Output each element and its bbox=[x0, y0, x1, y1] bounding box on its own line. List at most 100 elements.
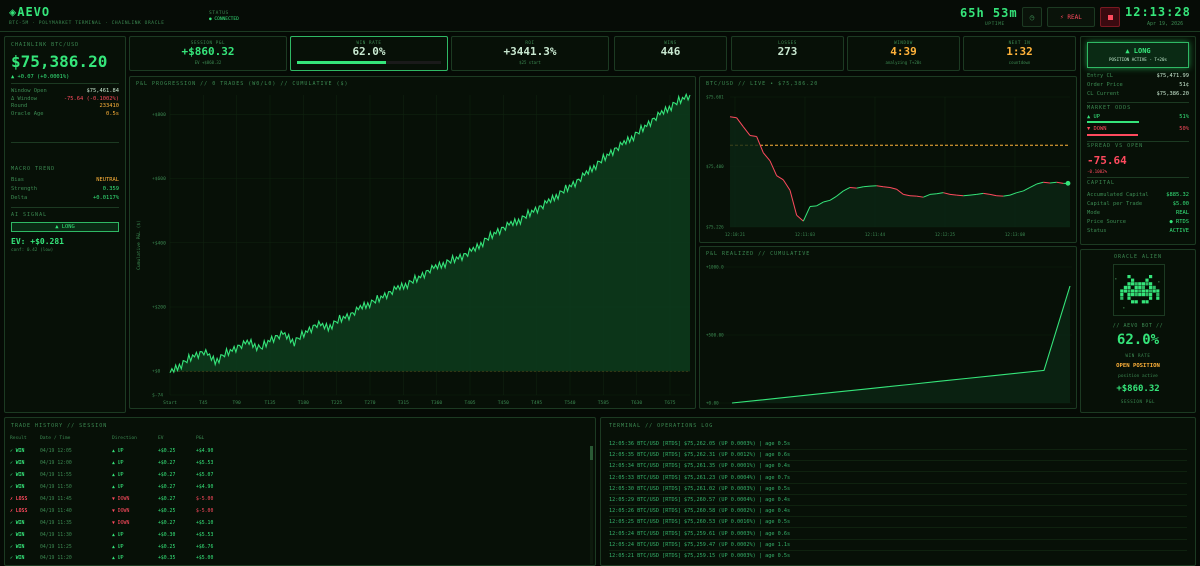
odds-up-label: ▲ UP bbox=[1087, 114, 1100, 120]
alien-pixel bbox=[1131, 282, 1135, 286]
x-tick-label: T360 bbox=[431, 400, 442, 406]
alien-pixel bbox=[1152, 289, 1156, 293]
scrollbar[interactable] bbox=[590, 446, 593, 564]
log-divider bbox=[609, 471, 1187, 473]
row-key: Oracle Age bbox=[11, 110, 44, 117]
ai-signal-title: AI SIGNAL bbox=[11, 212, 48, 218]
x-tick-label: T405 bbox=[464, 400, 475, 406]
log-divider bbox=[609, 527, 1187, 529]
table-row[interactable]: ✓ WIN 04/19 11:35 ▼ DOWN +$0.27 +$5.10 bbox=[10, 517, 310, 529]
table-row[interactable]: ✓ WIN 04/19 12:00 ▲ UP +$0.27 +$5.53 bbox=[10, 458, 310, 470]
trade-direction: ▼ DOWN bbox=[112, 508, 130, 514]
alien-pixel bbox=[1152, 285, 1156, 289]
long-position-button[interactable]: ▲ LONG POSITION ACTIVE - T+20s bbox=[1087, 42, 1189, 68]
table-row[interactable]: ✓ WIN 04/19 12:05 ▲ UP +$0.25 +$4.90 bbox=[10, 446, 310, 458]
trade-table: ✓ WIN 04/19 12:05 ▲ UP +$0.25 +$4.90 ✓ WIN 04/… bbox=[10, 446, 310, 565]
btc-line-segment bbox=[1043, 181, 1051, 184]
x-tick-label: T630 bbox=[631, 400, 642, 406]
row-key: Strength bbox=[11, 186, 37, 192]
alien-pixel bbox=[1134, 282, 1138, 286]
chart-title: BTC/USD // LIVE • $75,386.20 bbox=[706, 81, 819, 87]
log-line: 12:05:36 BTC/USD [RTDS] $75,262.05 (UP 0… bbox=[609, 441, 791, 447]
y-tick-label: +$200 bbox=[152, 304, 166, 310]
alien-pixel bbox=[1131, 300, 1135, 304]
chart-title: P&L PROGRESSION // 0 TRADES (W0/L0) // C… bbox=[136, 81, 349, 87]
trade-time: 04/19 11:35 bbox=[40, 520, 72, 526]
market-odds-title: MARKET ODDS bbox=[1087, 105, 1132, 111]
trade-result: ✓ WIN bbox=[10, 520, 25, 526]
log-line: 12:05:29 BTC/USD [RTDS] $75,260.57 (UP 0… bbox=[609, 497, 791, 503]
capital-row: Accumulated Capital $885.32 bbox=[1087, 192, 1189, 198]
trade-time: 04/19 12:00 bbox=[40, 461, 72, 467]
table-row[interactable]: ✗ LOSS 04/19 11:45 ▼ DOWN +$0.27 $-5.00 bbox=[10, 494, 310, 506]
pnl-realized-panel: P&L REALIZED // CUMULATIVE +1000.0 +500.0… bbox=[699, 246, 1077, 409]
row-key: Accumulated Capital bbox=[1087, 192, 1149, 198]
y-tick-label: $75,601 bbox=[706, 95, 724, 100]
row-key: CL Current bbox=[1087, 91, 1120, 97]
alien-pixel bbox=[1149, 275, 1153, 279]
alien-pixel bbox=[1127, 282, 1131, 286]
table-row[interactable]: ✓ WIN 04/19 11:50 ▲ UP +$0.27 +$4.90 bbox=[10, 482, 310, 494]
x-tick-label: T270 bbox=[364, 400, 375, 406]
trade-ev: +$0.27 bbox=[158, 485, 176, 491]
trade-direction: ▲ UP bbox=[112, 544, 124, 550]
col-pnl: P&L bbox=[196, 436, 205, 441]
price-change: ▲ +0.07 (+0.0001%) bbox=[11, 74, 70, 80]
alien-pixel bbox=[1145, 293, 1149, 297]
table-row[interactable]: ✗ LOSS 04/19 11:40 ▼ DOWN +$0.25 $-5.00 bbox=[10, 505, 310, 517]
alien-pixel bbox=[1141, 285, 1145, 289]
row-key: Δ Window bbox=[11, 95, 37, 102]
row-key: Price Source bbox=[1087, 219, 1126, 225]
clock-date: Apr 19, 2026 bbox=[1147, 21, 1184, 27]
x-tick-label: T45 bbox=[199, 400, 208, 406]
star-pixel bbox=[1158, 281, 1160, 283]
settings-button[interactable]: ◷ bbox=[1022, 7, 1042, 27]
log-divider bbox=[609, 516, 1187, 518]
trade-pnl: +$5.10 bbox=[196, 520, 214, 526]
position-panel: ▲ LONG POSITION ACTIVE - T+20s MARKET OD… bbox=[1080, 36, 1196, 245]
stat-sub: analyzing T+20s bbox=[885, 60, 922, 65]
scrollbar-thumb[interactable] bbox=[590, 446, 593, 460]
row-value: ● RTDS bbox=[1169, 219, 1189, 225]
table-row[interactable]: ✓ WIN 04/19 11:25 ▲ UP +$0.25 +$6.76 bbox=[10, 541, 310, 553]
x-tick-label: Start bbox=[163, 400, 177, 406]
alien-pixel bbox=[1127, 293, 1131, 297]
divider bbox=[11, 83, 119, 84]
trade-ev: +$0.25 bbox=[158, 544, 176, 550]
alien-pixel bbox=[1127, 275, 1131, 279]
price-info-row: Δ Window -75.64 (-0.1002%) bbox=[11, 96, 119, 102]
alien-pixel bbox=[1127, 289, 1131, 293]
trade-ev: +$0.25 bbox=[158, 508, 176, 514]
y-tick-label: +0.00 bbox=[706, 401, 719, 406]
log-line: 12:05:21 BTC/USD [RTDS] $75,259.15 (UP 0… bbox=[609, 553, 791, 559]
btc-line-segment bbox=[1049, 181, 1057, 184]
mode-toggle-button[interactable]: ⚡ REAL bbox=[1047, 7, 1095, 27]
table-row[interactable]: ✓ WIN 04/19 11:20 ▲ UP +$0.35 +$5.00 bbox=[10, 553, 310, 565]
alien-pixel bbox=[1145, 282, 1149, 286]
stat-card-roi: ROI +3441.3% $25 start bbox=[451, 36, 609, 71]
row-value: 51¢ bbox=[1179, 82, 1189, 88]
alien-pixel bbox=[1138, 285, 1142, 289]
signal-long-button[interactable]: ▲ LONG bbox=[11, 222, 119, 232]
trade-pnl: +$5.00 bbox=[196, 556, 214, 562]
macro-trend-row: Bias NEUTRAL bbox=[11, 177, 119, 183]
col-datetime: Date / Time bbox=[40, 436, 71, 441]
row-value: REAL bbox=[1176, 210, 1189, 216]
trade-result: ✓ WIN bbox=[10, 473, 25, 479]
table-row[interactable]: ✓ WIN 04/19 11:30 ▲ UP +$0.30 +$5.53 bbox=[10, 529, 310, 541]
row-key: Capital per Trade bbox=[1087, 201, 1143, 207]
row-value: $75,386.20 bbox=[1156, 91, 1189, 97]
y-tick-label: +$800 bbox=[152, 112, 166, 118]
alien-pixel bbox=[1145, 278, 1149, 282]
alien-pixel bbox=[1123, 285, 1127, 289]
table-row[interactable]: ✓ WIN 04/19 11:55 ▲ UP +$0.27 +$5.07 bbox=[10, 470, 310, 482]
log-line: 12:05:26 BTC/USD [RTDS] $75,260.58 (UP 0… bbox=[609, 508, 791, 515]
alien-pixel bbox=[1145, 289, 1149, 293]
row-value: 0.359 bbox=[102, 186, 119, 192]
stop-button[interactable] bbox=[1100, 7, 1120, 27]
trade-result: ✓ WIN bbox=[10, 532, 25, 538]
alien-pixel bbox=[1141, 293, 1145, 297]
capital-row: Price Source ● RTDS bbox=[1087, 219, 1189, 225]
row-value: 233410 bbox=[99, 103, 119, 109]
log-line: 12:05:33 BTC/USD [RTDS] $75,261.23 (UP 0… bbox=[609, 474, 791, 481]
